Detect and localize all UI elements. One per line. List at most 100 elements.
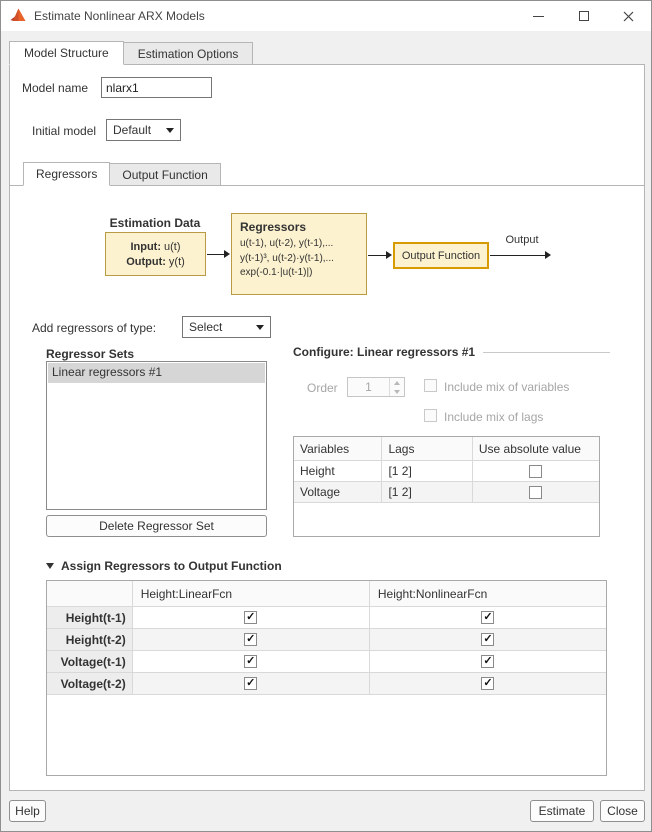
arrow-right-icon — [207, 250, 230, 259]
collapse-triangle-icon — [46, 563, 54, 569]
model-structure-panel: Model name Initial model Default Regress… — [9, 64, 645, 791]
use-absolute-value-checkbox[interactable] — [529, 464, 543, 478]
table-row: Height(t-1) — [47, 607, 606, 629]
tab-model-structure[interactable]: Model Structure — [9, 41, 124, 65]
include-mix-variables-checkbox[interactable] — [424, 379, 437, 392]
assign-checkbox[interactable] — [244, 633, 258, 646]
close-button[interactable] — [606, 1, 651, 31]
delete-regressor-set-button[interactable]: Delete Regressor Set — [46, 515, 267, 537]
configure-header: Configure: Linear regressors #1 — [293, 345, 610, 359]
table-header-row: Variables Lags Use absolute value — [294, 437, 599, 461]
maximize-button[interactable] — [561, 1, 606, 31]
regressor-sets-title: Regressor Sets — [46, 347, 135, 361]
estimation-data-input-line: Input: u(t) — [130, 240, 181, 253]
model-name-input[interactable] — [101, 77, 212, 98]
table-row: Height [1 2] — [294, 461, 599, 482]
model-name-label: Model name — [22, 81, 89, 95]
spinner-buttons — [389, 378, 404, 396]
table-cell[interactable]: Voltage — [294, 482, 383, 503]
table-header-cell: Variables — [294, 437, 383, 461]
row-header-cell: Height(t-1) — [47, 607, 133, 629]
output-function-box: Output Function — [393, 242, 489, 269]
table-cell — [132, 673, 370, 695]
structure-subtabs: Regressors Output Function — [10, 162, 644, 186]
triangle-up-icon — [394, 380, 400, 385]
order-label: Order — [307, 381, 338, 395]
assign-section-toggle[interactable]: Assign Regressors to Output Function — [46, 559, 282, 573]
table-cell — [132, 629, 370, 651]
estimation-data-box: Input: u(t) Output: y(t) — [105, 232, 206, 276]
table-header-cell: Lags — [382, 437, 473, 461]
estimation-data-title: Estimation Data — [109, 216, 201, 230]
output-arrow-label: Output — [505, 234, 539, 246]
arrow-right-icon — [490, 251, 551, 260]
initial-model-label: Initial model — [32, 124, 97, 138]
table-header-cell: Use absolute value — [472, 437, 599, 461]
regressors-box: Regressors u(t-1), u(t-2), y(t-1),... y(… — [231, 213, 367, 295]
spinner-up-button[interactable] — [390, 378, 404, 387]
use-absolute-value-checkbox[interactable] — [529, 485, 543, 499]
regressors-box-line: y(t-1)³, u(t-2)·y(t-1),... — [240, 252, 334, 264]
table-cell — [369, 651, 606, 673]
help-button[interactable]: Help — [9, 800, 46, 822]
table-row: Voltage(t-1) — [47, 651, 606, 673]
table-header-row: Height:LinearFcn Height:NonlinearFcn — [47, 581, 606, 607]
assign-checkbox[interactable] — [481, 611, 495, 624]
list-item[interactable]: Linear regressors #1 — [48, 363, 265, 383]
table-row: Voltage(t-2) — [47, 673, 606, 695]
table-cell[interactable]: Height — [294, 461, 383, 482]
tab-estimation-options[interactable]: Estimation Options — [122, 42, 254, 65]
table-cell — [369, 607, 606, 629]
assign-section-title: Assign Regressors to Output Function — [61, 559, 282, 573]
assign-checkbox[interactable] — [244, 611, 258, 624]
regressor-sets-list[interactable]: Linear regressors #1 — [46, 361, 267, 510]
estimate-button[interactable]: Estimate — [530, 800, 594, 822]
regressors-box-line: exp(-0.1·|u(t-1)|) — [240, 267, 313, 278]
table-empty-area — [294, 503, 599, 536]
include-mix-lags-label: Include mix of lags — [444, 410, 544, 424]
assign-checkbox[interactable] — [244, 655, 258, 668]
table-cell[interactable]: [1 2] — [382, 482, 473, 503]
close-icon — [623, 11, 634, 21]
add-regressors-label: Add regressors of type: — [32, 321, 157, 335]
subtab-output-function[interactable]: Output Function — [109, 163, 221, 185]
close-dialog-button[interactable]: Close — [600, 800, 645, 822]
assign-table: Height:LinearFcn Height:NonlinearFcn Hei… — [46, 580, 607, 776]
table-cell — [472, 482, 599, 503]
include-mix-lags-checkbox[interactable] — [424, 409, 437, 422]
add-regressors-value: Select — [189, 320, 223, 334]
subtab-regressors[interactable]: Regressors — [23, 162, 111, 186]
configure-title: Configure: Linear regressors #1 — [293, 345, 476, 359]
initial-model-value: Default — [113, 123, 152, 137]
initial-model-dropdown[interactable]: Default — [106, 119, 181, 141]
table-cell — [472, 461, 599, 482]
table-empty-area — [47, 695, 606, 775]
minimize-icon — [533, 15, 544, 17]
window-title: Estimate Nonlinear ARX Models — [34, 9, 205, 23]
table-row: Voltage [1 2] — [294, 482, 599, 503]
table-row: Height(t-2) — [47, 629, 606, 651]
assign-checkbox[interactable] — [481, 633, 495, 646]
table-header-cell: Height:NonlinearFcn — [369, 581, 606, 607]
main-tabs: Model Structure Estimation Options — [9, 41, 254, 65]
order-spinner[interactable]: 1 — [347, 377, 405, 397]
estimation-data-output-line: Output: y(t) — [126, 255, 185, 268]
assign-checkbox[interactable] — [481, 677, 495, 690]
table-cell — [132, 651, 370, 673]
row-header-cell: Voltage(t-2) — [47, 673, 133, 695]
table-header-cell: Height:LinearFcn — [132, 581, 370, 607]
table-cell — [369, 673, 606, 695]
add-regressors-dropdown[interactable]: Select — [182, 316, 271, 338]
spinner-down-button[interactable] — [390, 387, 404, 396]
row-header-cell: Height(t-2) — [47, 629, 133, 651]
arrow-right-icon — [368, 251, 392, 260]
table-cell — [369, 629, 606, 651]
regressors-box-title: Regressors — [240, 220, 307, 234]
assign-checkbox[interactable] — [244, 677, 258, 690]
minimize-button[interactable] — [516, 1, 561, 31]
table-corner-cell — [47, 581, 133, 607]
title-bar: Estimate Nonlinear ARX Models — [1, 1, 651, 31]
assign-checkbox[interactable] — [481, 655, 495, 668]
table-cell[interactable]: [1 2] — [382, 461, 473, 482]
divider — [483, 351, 610, 353]
